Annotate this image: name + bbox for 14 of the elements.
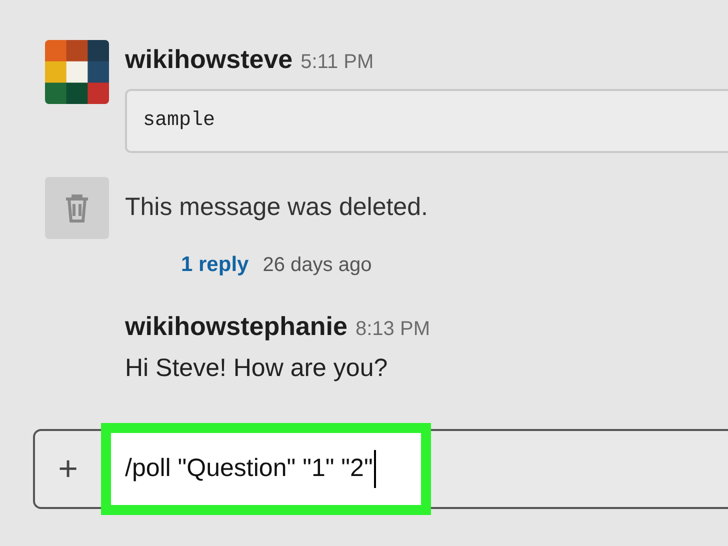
code-block: sample (125, 89, 728, 153)
avatar-icon (45, 40, 109, 104)
deleted-notice: This message was deleted. (125, 192, 428, 224)
reply-link[interactable]: 1 reply (181, 249, 249, 280)
author-name[interactable]: wikihowstephanie (125, 306, 348, 346)
author-name[interactable]: wikihowsteve (125, 40, 293, 79)
message-input[interactable]: /poll "Question" "1" "2" (101, 423, 431, 515)
reply-age: 26 days ago (262, 253, 372, 278)
message-time: 5:11 PM (300, 50, 374, 75)
trash-icon (45, 177, 109, 239)
message-text: Hi Steve! How are you? (125, 352, 389, 384)
input-text: /poll "Question" "1" "2" (125, 450, 376, 488)
message-time: 8:13 PM (356, 316, 430, 342)
add-button[interactable]: + (35, 452, 101, 486)
